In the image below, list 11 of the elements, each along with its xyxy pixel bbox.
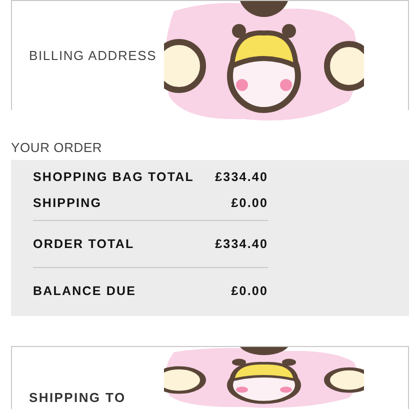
summary-value: £334.40 (215, 169, 268, 186)
summary-value: £334.40 (215, 236, 268, 253)
summary-label: SHIPPING (33, 195, 102, 212)
shipping-to-label: SHIPPING TO (29, 390, 126, 405)
summary-value: £0.00 (231, 195, 268, 212)
summary-value: £0.00 (231, 283, 268, 300)
summary-label: BALANCE DUE (33, 283, 136, 300)
summary-label: SHOPPING BAG TOTAL (33, 169, 194, 186)
billing-address-label: BILLING ADDRESS (29, 48, 157, 63)
summary-label: ORDER TOTAL (33, 236, 134, 253)
section-title: YOUR ORDER (11, 140, 104, 156)
